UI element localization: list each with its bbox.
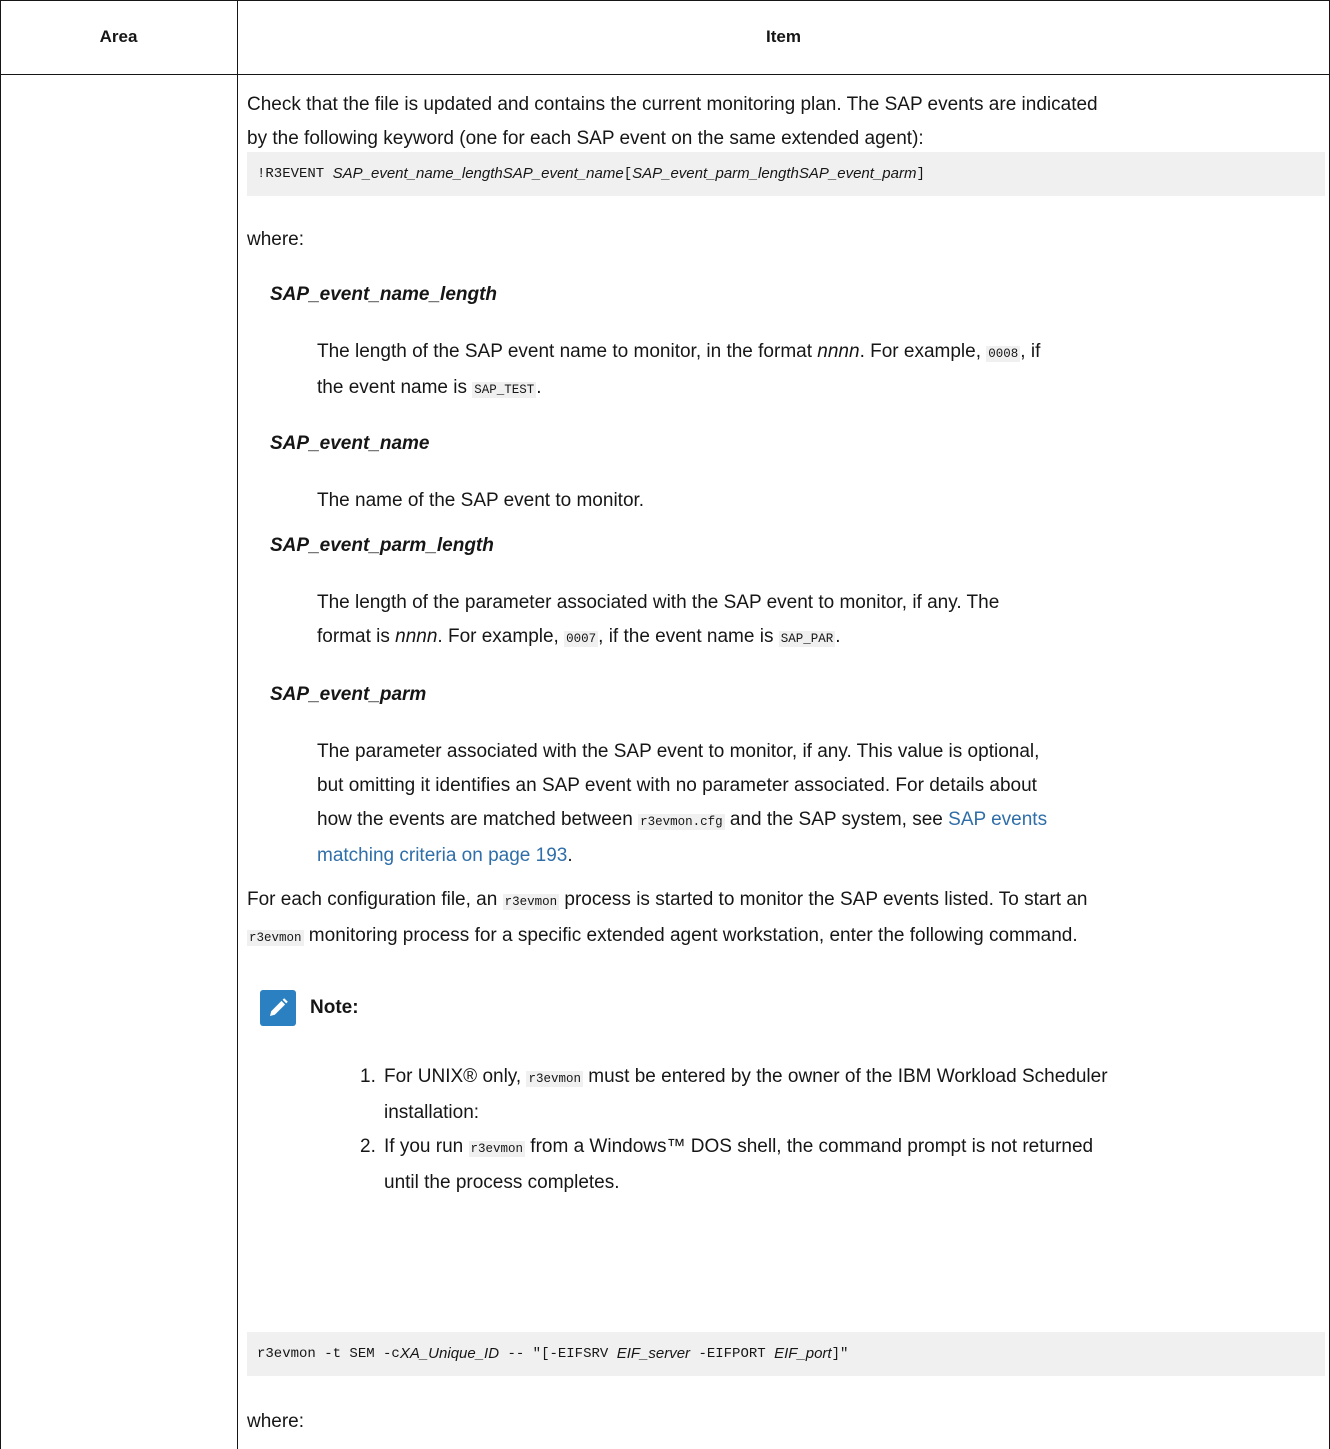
text: The length of the SAP event name to moni… (317, 341, 818, 362)
list-number: 2. (360, 1136, 376, 1157)
process-line-1: For each configuration file, an r3evmon … (247, 883, 1325, 919)
command-code-block: r3evmon -t SEM -c XA_Unique_ID -- "[-EIF… (247, 1332, 1325, 1376)
text: . (835, 626, 841, 647)
def-name: The name of the SAP event to monitor. (317, 490, 645, 511)
note-item-2: 2. If you run r3evmon from a Windows™ DO… (360, 1130, 1320, 1200)
text: . For example, (859, 341, 987, 362)
process-paragraph: For each configuration file, an r3evmon … (247, 883, 1325, 955)
code-name: SAP_event_name (502, 165, 624, 182)
keyword-code-block: !R3EVENT SAP_event_name_length SAP_event_… (247, 152, 1325, 196)
text: from a Windows™ DOS shell, the command p… (525, 1136, 1094, 1157)
note-item-1-line-2: installation: (384, 1102, 480, 1123)
inline-code: r3evmon (247, 930, 304, 946)
inline-code: 0008 (986, 346, 1021, 362)
text: . (567, 845, 573, 866)
header-area: Area (99, 27, 138, 46)
code-keyword: !R3EVENT (257, 166, 325, 182)
text: If you run (384, 1136, 469, 1157)
text-italic: nnnn (817, 341, 860, 362)
code-text: r3evmon -t SEM -c (257, 1346, 400, 1362)
text: process is started to monitor the SAP ev… (559, 889, 1088, 910)
inline-code: 0007 (564, 631, 599, 647)
text: For UNIX® only, (384, 1066, 527, 1087)
term-name: SAP_event_name (270, 433, 430, 454)
text-italic: nnnn (395, 626, 438, 647)
def-parm-length: The length of the parameter associated w… (317, 586, 1330, 656)
text: . (536, 377, 542, 398)
document-table: Area Item Check that the file is updated… (0, 0, 1330, 1449)
code-open-bracket: [ (623, 166, 633, 182)
inline-code: r3evmon (502, 894, 560, 910)
where-label-2: where: (247, 1411, 305, 1432)
def-parm-line-1: The parameter associated with the SAP ev… (317, 741, 1040, 762)
def-name-length-line-1: The length of the SAP event name to moni… (317, 335, 1330, 371)
header-item: Item (766, 27, 801, 46)
inline-code: r3evmon.cfg (638, 814, 725, 830)
code-text: -EIFPORT (690, 1346, 775, 1362)
text: , if (1020, 341, 1041, 362)
term-parm-length: SAP_event_parm_length (270, 535, 494, 556)
note-item-2-line-1: If you run r3evmon from a Windows™ DOS s… (384, 1130, 1093, 1166)
code-parm-length: SAP_event_parm_length (632, 165, 799, 182)
column-divider (237, 0, 238, 1449)
link-sap-events-matching-cont[interactable]: matching criteria on page 193 (317, 845, 567, 866)
inline-code: r3evmon (468, 1141, 526, 1157)
note-item-1-line-1: For UNIX® only, r3evmon must be entered … (384, 1060, 1108, 1096)
term-name-length: SAP_event_name_length (270, 284, 498, 305)
code-parm: SAP_event_parm (798, 165, 917, 182)
text: how the events are matched between (317, 809, 639, 830)
table-left-border (0, 0, 1, 1449)
def-parm-line-4: matching criteria on page 193. (317, 839, 1330, 873)
def-parm-line-3: how the events are matched between r3evm… (317, 803, 1330, 839)
def-name-length-line-2: the event name is SAP_TEST. (317, 371, 1330, 407)
intro-line-2: by the following keyword (one for each S… (247, 128, 924, 149)
note-header: Note: (260, 990, 1330, 1026)
process-line-2: r3evmon monitoring process for a specifi… (247, 919, 1325, 955)
code-name-length: SAP_event_name_length (332, 165, 503, 182)
text: . For example, (437, 626, 565, 647)
inline-code: SAP_TEST (472, 382, 537, 398)
def-parm-line-2: but omitting it identifies an SAP event … (317, 775, 1037, 796)
note-item-1-text: For UNIX® only, r3evmon must be entered … (384, 1060, 1108, 1130)
inline-code: r3evmon (526, 1071, 583, 1087)
note-item-2-text: If you run r3evmon from a Windows™ DOS s… (384, 1130, 1093, 1200)
code-text: -- "[-EIFSRV (499, 1346, 617, 1362)
note-title: Note: (310, 997, 359, 1018)
code-xa-id: XA_Unique_ID (399, 1345, 500, 1362)
code-eif-server: EIF_server (616, 1345, 691, 1362)
text: format is (317, 626, 396, 647)
where-label-1: where: (247, 229, 305, 250)
term-parm: SAP_event_parm (270, 684, 427, 705)
def-name-length: The length of the SAP event name to moni… (317, 335, 1330, 407)
text: must be entered by the owner of the IBM … (582, 1066, 1108, 1087)
list-number: 1. (360, 1066, 376, 1087)
note-box: Note: (260, 990, 1330, 1026)
note-item-2-line-2: until the process completes. (384, 1172, 620, 1193)
code-close-bracket: ] (916, 166, 925, 182)
inline-code: SAP_PAR (778, 631, 836, 647)
text: For each configuration file, an (247, 889, 503, 910)
def-parm-length-line-2: format is nnnn. For example, 0007, if th… (317, 620, 1330, 656)
intro-paragraph: Check that the file is updated and conta… (247, 88, 1325, 156)
header-bottom-border (0, 74, 1330, 75)
note-item-1: 1. For UNIX® only, r3evmon must be enter… (360, 1060, 1320, 1130)
text: , if the event name is (598, 626, 779, 647)
def-parm: The parameter associated with the SAP ev… (317, 735, 1330, 873)
def-parm-length-line-1: The length of the parameter associated w… (317, 592, 1000, 613)
link-sap-events-matching[interactable]: SAP events (948, 809, 1047, 830)
code-eif-port: EIF_port (774, 1345, 832, 1362)
intro-line-1: Check that the file is updated and conta… (247, 94, 1098, 115)
note-list: 1. For UNIX® only, r3evmon must be enter… (360, 1060, 1320, 1200)
pencil-icon (260, 990, 296, 1026)
text: and the SAP system, see (724, 809, 949, 830)
code-text: ]" (831, 1346, 849, 1362)
text: the event name is (317, 377, 473, 398)
text: monitoring process for a specific extend… (303, 925, 1078, 946)
